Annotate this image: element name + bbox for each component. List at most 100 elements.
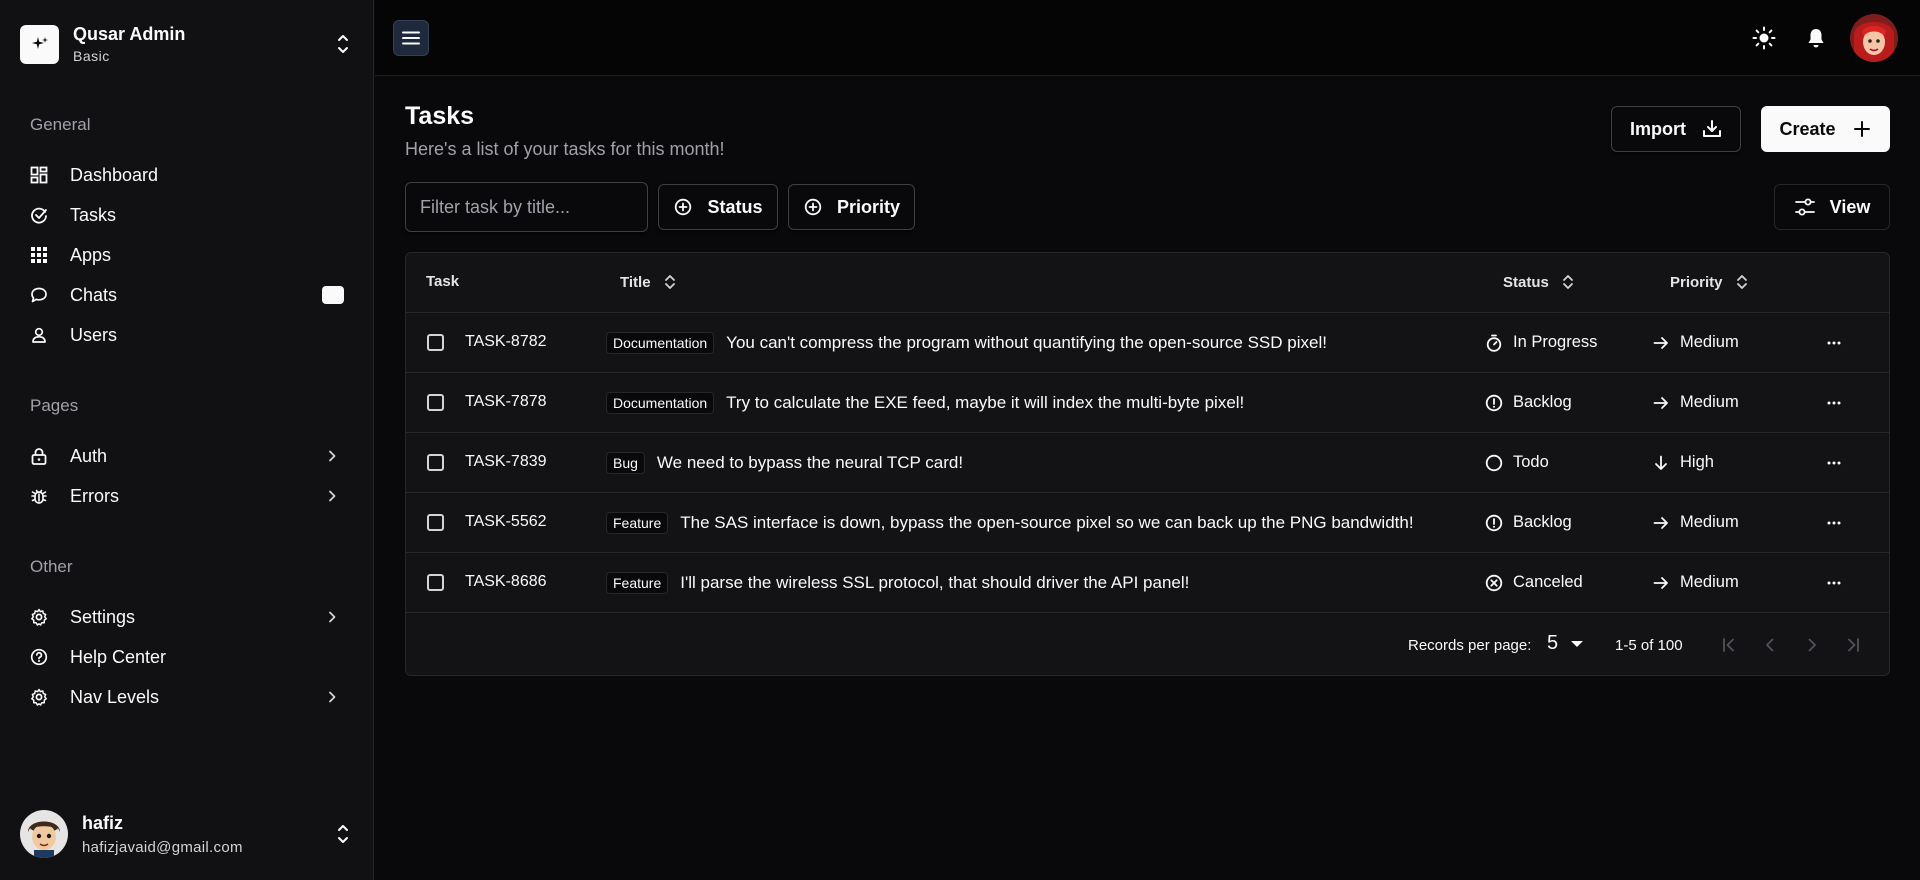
last-page-button[interactable] — [1842, 634, 1864, 656]
table-row[interactable]: TASK-7878 Documentation Try to calculate… — [406, 373, 1889, 433]
nav-heading-general: General — [30, 115, 91, 134]
row-checkbox[interactable] — [427, 394, 444, 411]
more-horizontal-icon — [1827, 461, 1841, 465]
chevrons-up-down-icon[interactable] — [332, 819, 354, 849]
column-header-label: Title — [620, 273, 651, 291]
sun-icon — [1752, 26, 1776, 50]
row-checkbox[interactable] — [427, 514, 444, 531]
task-title-cell: Bug We need to bypass the neural TCP car… — [606, 452, 963, 474]
task-priority: Medium — [1652, 333, 1739, 352]
user-email: hafizjavaid@gmail.com — [82, 838, 243, 856]
team-switcher[interactable]: Qusar Admin Basic — [20, 22, 354, 66]
records-per-page-select[interactable]: 5 — [1547, 632, 1584, 655]
gear-icon — [30, 688, 48, 706]
sidebar-item-tasks[interactable]: Tasks — [20, 197, 354, 233]
row-actions-button[interactable] — [1824, 335, 1844, 351]
row-actions-button[interactable] — [1824, 515, 1844, 531]
task-status-label: In Progress — [1513, 333, 1598, 351]
page-subtitle: Here's a list of your tasks for this mon… — [405, 139, 725, 159]
user-menu[interactable]: hafiz hafizjavaid@gmail.com — [20, 806, 354, 862]
column-header-title[interactable]: Title — [620, 273, 677, 291]
row-checkbox[interactable] — [427, 454, 444, 471]
import-button-label: Import — [1630, 118, 1686, 139]
nav-heading-other: Other — [30, 557, 73, 576]
task-status: In Progress — [1485, 333, 1597, 352]
avatar — [20, 810, 68, 858]
next-page-button[interactable] — [1801, 634, 1823, 656]
sidebar-item-auth[interactable]: Auth — [20, 438, 354, 474]
sidebar-toggle-button[interactable] — [393, 20, 429, 56]
row-actions-button[interactable] — [1824, 575, 1844, 591]
arrow-right-icon — [1652, 394, 1670, 412]
status-filter-button[interactable]: Status — [658, 184, 778, 230]
task-title: The SAS interface is down, bypass the op… — [680, 513, 1414, 532]
sidebar-item-errors[interactable]: Errors — [20, 478, 354, 514]
alert-circle-icon — [1485, 394, 1503, 412]
sidebar-item-chats[interactable]: Chats — [20, 277, 354, 313]
table-row[interactable]: TASK-5562 Feature The SAS interface is d… — [406, 493, 1889, 553]
download-icon — [1702, 119, 1722, 139]
task-id: TASK-8782 — [465, 333, 547, 350]
task-status: Todo — [1485, 453, 1549, 472]
brand-plan: Basic — [73, 48, 110, 64]
table-row[interactable]: TASK-8686 Feature I'll parse the wireles… — [406, 553, 1889, 613]
create-button[interactable]: Create — [1761, 106, 1890, 152]
tasks-icon — [30, 206, 48, 224]
chat-icon — [30, 286, 48, 304]
task-title: Try to calculate the EXE feed, maybe it … — [726, 393, 1245, 412]
row-actions-button[interactable] — [1824, 455, 1844, 471]
sidebar-item-dashboard[interactable]: Dashboard — [20, 157, 354, 193]
tasks-table: Task Title Status Priority TASK-8782 Doc… — [405, 252, 1890, 676]
task-label-badge: Documentation — [606, 332, 715, 354]
page-title: Tasks — [405, 102, 475, 130]
sidebar-item-label: Help Center — [70, 646, 167, 667]
task-status: Backlog — [1485, 393, 1572, 412]
table-row[interactable]: TASK-8782 Documentation You can't compre… — [406, 313, 1889, 373]
task-status-label: Canceled — [1513, 573, 1583, 591]
row-actions-button[interactable] — [1824, 395, 1844, 411]
task-id: TASK-5562 — [465, 513, 547, 530]
task-title-cell: Feature The SAS interface is down, bypas… — [606, 512, 1414, 534]
sliders-icon — [1794, 196, 1816, 218]
filter-task-input[interactable] — [405, 182, 648, 232]
sidebar-item-label: Apps — [70, 244, 112, 265]
sort-icon — [663, 273, 677, 291]
sidebar-item-settings[interactable]: Settings — [20, 599, 354, 635]
apps-icon — [30, 246, 48, 264]
column-header-priority[interactable]: Priority — [1670, 273, 1749, 291]
sidebar-item-label: Dashboard — [70, 164, 159, 185]
row-checkbox[interactable] — [427, 574, 444, 591]
task-priority: Medium — [1652, 393, 1739, 412]
first-page-button[interactable] — [1718, 634, 1740, 656]
chevrons-up-down-icon[interactable] — [332, 29, 354, 59]
task-priority: Medium — [1652, 573, 1739, 592]
priority-filter-button[interactable]: Priority — [788, 184, 915, 230]
column-header-status[interactable]: Status — [1503, 273, 1575, 291]
table-row[interactable]: TASK-7839 Bug We need to bypass the neur… — [406, 433, 1889, 493]
previous-page-button[interactable] — [1759, 634, 1781, 656]
chevron-left-icon — [1766, 638, 1774, 652]
sidebar-item-users[interactable]: Users — [20, 317, 354, 353]
row-checkbox[interactable] — [427, 334, 444, 351]
table-header: Task Title Status Priority — [406, 253, 1889, 313]
chevron-right-icon — [1808, 638, 1816, 652]
sidebar-item-label: Users — [70, 324, 118, 345]
task-title: You can't compress the program without q… — [726, 333, 1327, 352]
create-button-label: Create — [1779, 118, 1836, 139]
sidebar-item-nav-levels[interactable]: Nav Levels — [20, 679, 354, 715]
chevrons-right-icon — [1848, 638, 1859, 652]
task-status: Canceled — [1485, 573, 1583, 592]
brand-logo-icon — [20, 24, 59, 64]
more-horizontal-icon — [1827, 401, 1841, 405]
bug-icon — [30, 487, 48, 505]
sort-icon — [1735, 273, 1749, 291]
notifications-button[interactable] — [1804, 26, 1828, 50]
sidebar-item-apps[interactable]: Apps — [20, 237, 354, 273]
task-priority-label: Medium — [1680, 513, 1739, 531]
view-options-button[interactable]: View — [1774, 184, 1890, 230]
avatar[interactable] — [1850, 14, 1898, 62]
sidebar-item-help-center[interactable]: Help Center — [20, 639, 354, 675]
import-button[interactable]: Import — [1611, 106, 1741, 152]
column-header-label: Status — [1503, 273, 1549, 291]
theme-toggle-button[interactable] — [1752, 26, 1776, 50]
